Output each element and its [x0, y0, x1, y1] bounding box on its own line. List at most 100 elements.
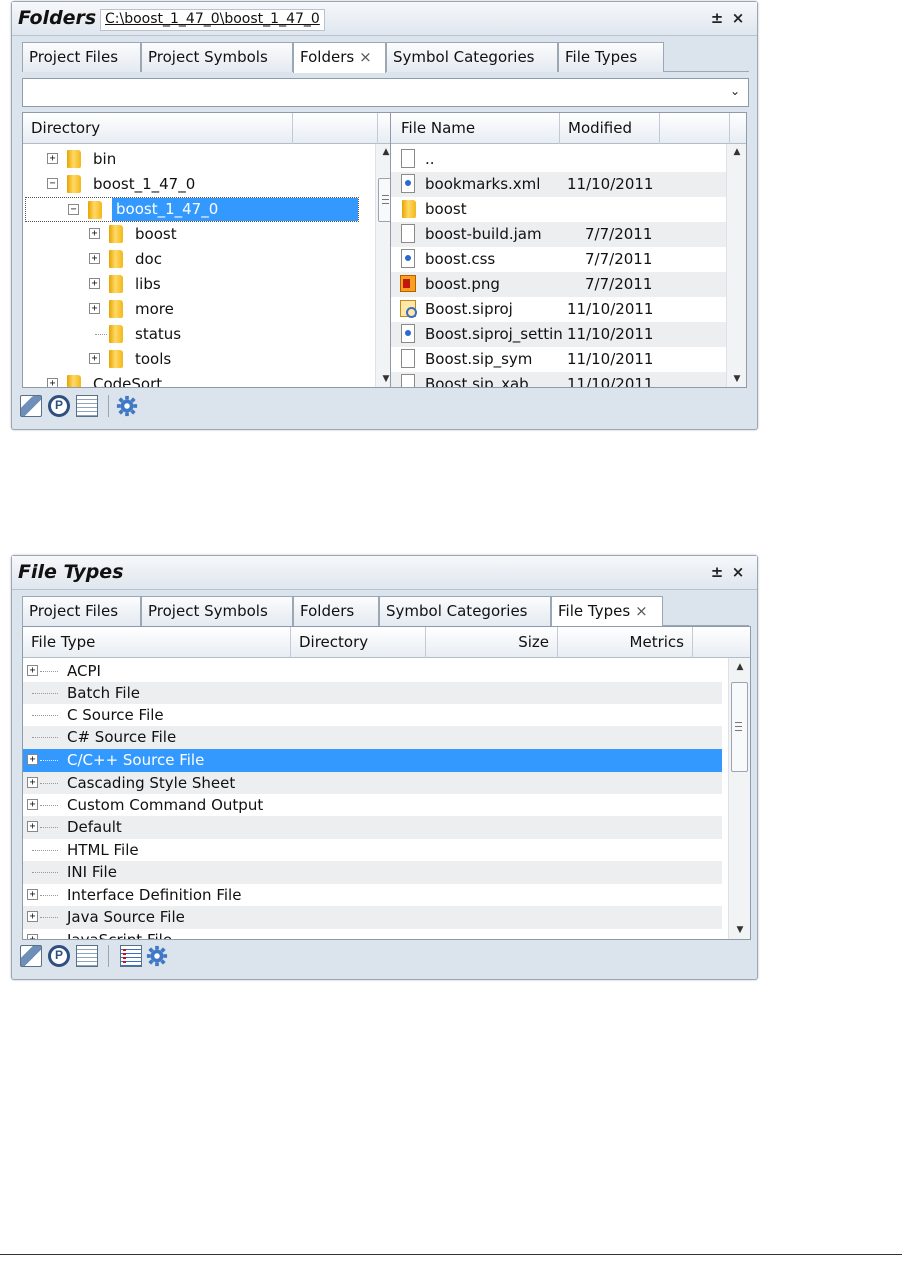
tab-bar: Project Files Project Symbols Folders Sy… [22, 596, 749, 627]
tree-item[interactable]: + tools [23, 347, 375, 372]
tree-item[interactable]: status [23, 322, 375, 347]
expand-icon[interactable]: + [27, 777, 38, 788]
collapse-icon[interactable]: − [47, 178, 58, 189]
tab-symbol-categories[interactable]: Symbol Categories [379, 596, 551, 626]
tree-item-selected[interactable]: − boost_1_47_0 [25, 197, 359, 222]
settings-file-icon [401, 324, 415, 343]
column-size[interactable]: Size [426, 627, 558, 658]
column-extra[interactable] [660, 113, 730, 144]
file-row[interactable]: Boost.siproj_settin 11/10/2011 [391, 322, 726, 347]
expand-icon[interactable]: + [27, 911, 38, 922]
close-icon[interactable]: × [730, 563, 746, 581]
scroll-thumb[interactable] [731, 682, 748, 772]
vertical-scrollbar[interactable]: ▲ ▼ [728, 658, 750, 939]
chevron-down-icon[interactable]: ⌄ [730, 84, 740, 98]
expand-icon[interactable]: + [27, 665, 38, 676]
file-type-row[interactable]: + Cascading Style Sheet [23, 772, 722, 794]
file-type-row[interactable]: HTML File [23, 839, 722, 861]
expand-icon[interactable]: + [89, 253, 100, 264]
expand-icon[interactable]: + [27, 754, 38, 765]
column-metrics[interactable]: Metrics [558, 627, 693, 658]
file-row[interactable]: Boost.siproj 11/10/2011 [391, 297, 726, 322]
file-type-row[interactable]: + Custom Command Output [23, 794, 722, 816]
file-type-row[interactable]: INI File [23, 861, 722, 884]
tab-bar: Project Files Project Symbols Folders × S… [22, 42, 749, 73]
xml-file-icon [401, 174, 415, 193]
file-type-row[interactable]: + JavaScript File [23, 929, 722, 939]
open-folder-icon[interactable] [20, 395, 42, 417]
filter-combobox[interactable]: ⌄ [22, 78, 749, 107]
tab-project-files[interactable]: Project Files [22, 596, 141, 626]
scroll-down-arrow[interactable]: ▼ [729, 925, 750, 935]
file-type-row[interactable]: C# Source File [23, 726, 722, 749]
panel-title: Folders [18, 7, 97, 29]
close-icon[interactable]: × [730, 9, 746, 27]
list-view-icon[interactable] [120, 945, 142, 967]
pin-icon[interactable]: ± [709, 9, 725, 27]
file-type-row[interactable]: + Default [23, 816, 722, 839]
tree-item[interactable]: + doc [23, 247, 375, 272]
project-icon[interactable] [48, 945, 70, 967]
open-folder-icon[interactable] [20, 945, 42, 967]
file-row[interactable]: bookmarks.xml 11/10/2011 [391, 172, 726, 197]
tab-file-types[interactable]: File Types [558, 42, 664, 72]
file-type-row[interactable]: + ACPI [23, 660, 722, 682]
tab-symbol-categories[interactable]: Symbol Categories [386, 42, 558, 72]
file-type-row[interactable]: + Interface Definition File [23, 884, 722, 906]
scroll-up-arrow[interactable]: ▲ [727, 147, 746, 157]
tab-close-icon[interactable]: × [359, 48, 372, 66]
pin-icon[interactable]: ± [709, 563, 725, 581]
project-icon[interactable] [48, 395, 70, 417]
book-icon[interactable] [76, 395, 98, 417]
scroll-up-arrow[interactable]: ▲ [729, 662, 750, 672]
scroll-down-arrow[interactable]: ▼ [727, 374, 746, 384]
file-row[interactable]: .. [391, 147, 726, 172]
expand-icon[interactable]: + [89, 303, 100, 314]
file-type-row[interactable]: Batch File [23, 682, 722, 704]
folder-icon [109, 250, 123, 268]
book-icon[interactable] [76, 945, 98, 967]
file-row[interactable]: boost [391, 197, 726, 222]
tab-file-types[interactable]: File Types × [551, 596, 663, 627]
settings-gear-icon[interactable] [146, 945, 168, 967]
tab-folders[interactable]: Folders [293, 596, 379, 626]
expand-icon[interactable]: + [27, 799, 38, 810]
file-row[interactable]: boost-build.jam 7/7/2011 [391, 222, 726, 247]
tree-item[interactable]: + libs [23, 272, 375, 297]
collapse-icon[interactable]: − [68, 204, 79, 215]
file-row[interactable]: boost.css 7/7/2011 [391, 247, 726, 272]
column-modified[interactable]: Modified [560, 113, 660, 144]
tree-item[interactable]: − boost_1_47_0 [23, 172, 375, 197]
column-file-type[interactable]: File Type [23, 627, 291, 658]
column-directory[interactable]: Directory [291, 627, 426, 658]
tab-project-symbols[interactable]: Project Symbols [141, 596, 293, 626]
vertical-scrollbar[interactable]: ▲ ▼ [726, 144, 746, 387]
expand-icon[interactable]: + [89, 228, 100, 239]
file-type-row-selected[interactable]: + C/C++ Source File [23, 749, 722, 772]
tree-item[interactable]: + boost [23, 222, 375, 247]
tree-item[interactable]: + bin [23, 147, 375, 172]
file-row[interactable]: Boost.sip_xab 11/10/2011 [391, 372, 726, 387]
file-row[interactable]: Boost.sip_sym 11/10/2011 [391, 347, 726, 372]
expand-icon[interactable]: + [27, 889, 38, 900]
file-type-row[interactable]: C Source File [23, 704, 722, 726]
expand-icon[interactable]: + [27, 821, 38, 832]
tab-close-icon[interactable]: × [635, 602, 648, 620]
expand-icon[interactable]: + [47, 153, 58, 164]
expand-icon[interactable]: + [47, 378, 58, 387]
tree-item[interactable]: + more [23, 297, 375, 322]
tab-project-files[interactable]: Project Files [22, 42, 141, 72]
current-path[interactable]: C:\boost_1_47_0\boost_1_47_0 [100, 9, 325, 31]
tab-project-symbols[interactable]: Project Symbols [141, 42, 293, 72]
settings-gear-icon[interactable] [116, 395, 138, 417]
column-extra[interactable] [293, 113, 378, 144]
file-type-row[interactable]: + Java Source File [23, 906, 722, 929]
file-row[interactable]: boost.png 7/7/2011 [391, 272, 726, 297]
expand-icon[interactable]: + [89, 353, 100, 364]
expand-icon[interactable]: + [89, 278, 100, 289]
tab-folders[interactable]: Folders × [293, 42, 386, 73]
expand-icon[interactable]: + [27, 934, 38, 939]
column-file-name[interactable]: File Name [391, 113, 560, 144]
column-directory[interactable]: Directory [23, 113, 293, 144]
tree-item[interactable]: + CodeSort [23, 372, 375, 387]
